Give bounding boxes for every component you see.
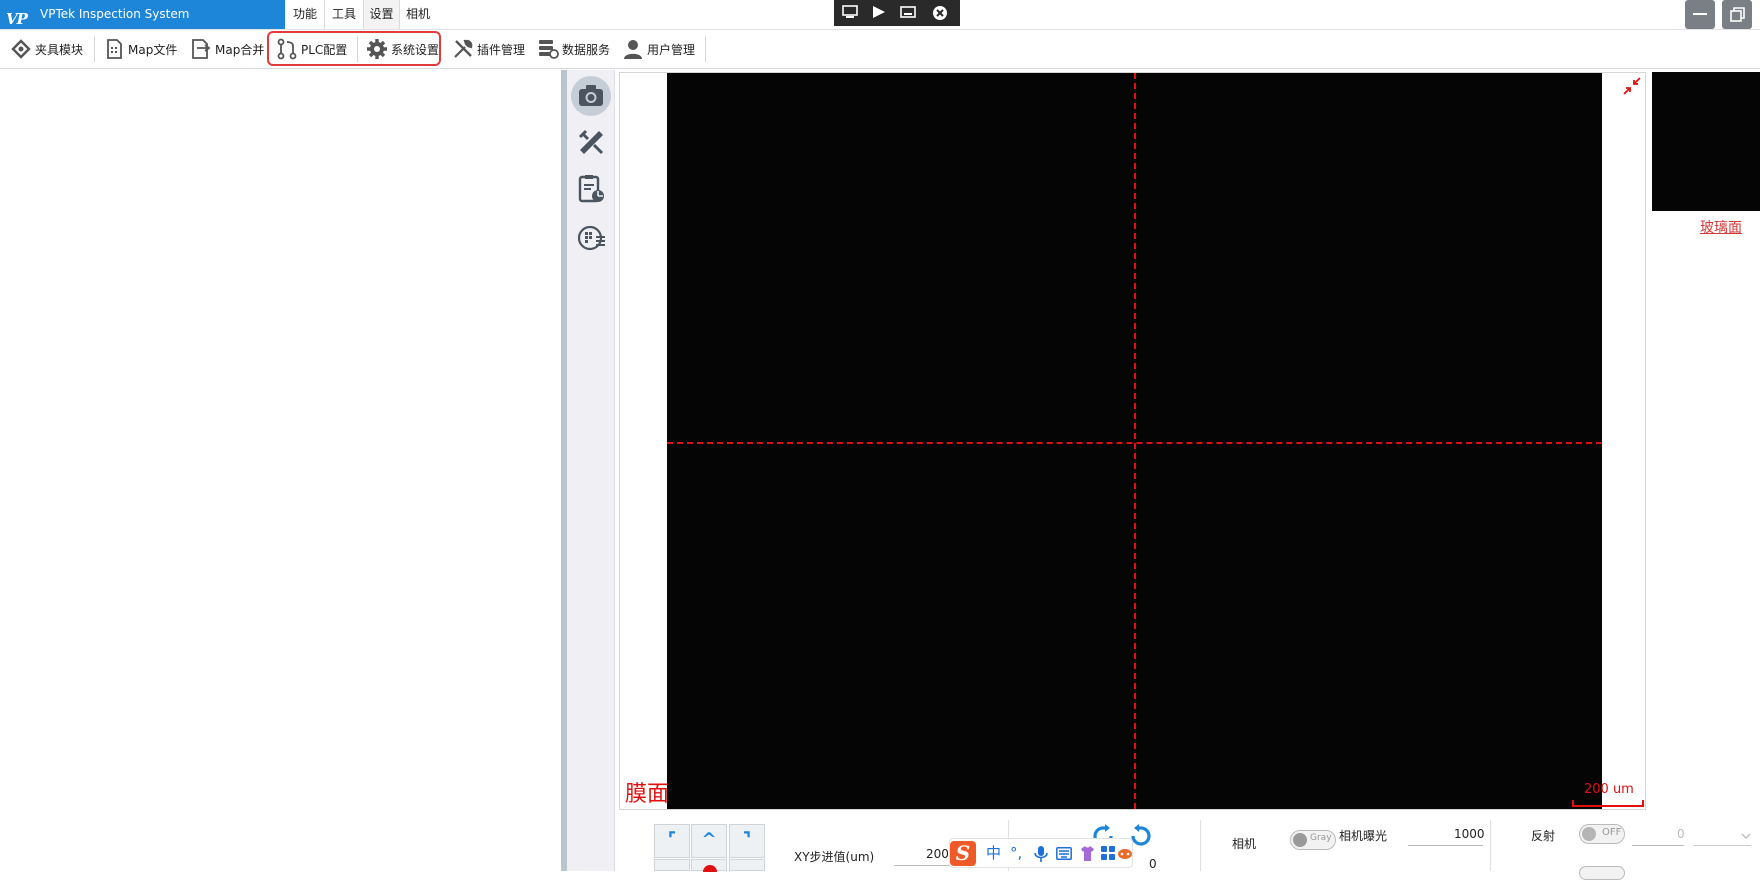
reflect-dropdown[interactable] xyxy=(1693,829,1751,846)
toolbar-map-merge-button[interactable]: Map合并 xyxy=(190,30,264,68)
camera-label: 相机 xyxy=(1232,837,1257,851)
toolbar-divider xyxy=(94,36,95,62)
toolbar-map-merge-label: Map合并 xyxy=(215,42,265,57)
toolbar-data-service-button[interactable]: 数据服务 xyxy=(537,30,610,68)
surface-side-label: 膜面 xyxy=(625,782,670,807)
toolbar-highlight-box xyxy=(267,31,441,66)
jog-up-button[interactable]: ^ xyxy=(691,824,727,858)
report-tool-button[interactable] xyxy=(571,170,611,210)
jog-up-left-button[interactable]: ⌜ xyxy=(654,824,690,858)
toolbar-divider xyxy=(705,36,706,62)
control-divider xyxy=(1200,820,1201,871)
toolbar-plugin-manager-label: 插件管理 xyxy=(477,42,526,57)
toolbar-map-file-label: Map文件 xyxy=(128,42,178,57)
report-icon xyxy=(578,175,604,203)
reflect-value[interactable]: 0 xyxy=(1677,827,1685,841)
app-title-block: VP VPTek Inspection System 4.4.1.9680[Ad… xyxy=(0,0,285,50)
ime-logo[interactable]: S xyxy=(950,841,976,866)
jog-up-right-button[interactable]: ⌝ xyxy=(729,824,765,858)
data-service-icon xyxy=(539,40,559,59)
chevron-down-icon xyxy=(1741,833,1751,839)
scale-bar xyxy=(1572,800,1644,807)
keyboard-icon[interactable] xyxy=(1056,847,1072,860)
xy-step-label: XY步进值(um) xyxy=(794,850,875,864)
user-icon xyxy=(624,40,642,59)
toolbar-user-manager-button[interactable]: 用户管理 xyxy=(622,30,695,68)
side-tool-strip xyxy=(567,70,615,871)
reflect-toggle[interactable]: OFF xyxy=(1579,824,1625,844)
collapse-icon[interactable] xyxy=(1622,76,1642,96)
remote-control-bar xyxy=(834,0,960,26)
secondary-toggle[interactable] xyxy=(1579,866,1625,880)
glass-side-link[interactable]: 玻璃面 xyxy=(1700,217,1742,237)
reflect-value-underline xyxy=(1632,845,1684,846)
z-value: 0 xyxy=(1149,857,1157,871)
map-merge-icon xyxy=(192,39,211,59)
xy-step-underline xyxy=(894,865,952,866)
ime-toolbar: S 中 °, xyxy=(949,838,1133,868)
toolbar-data-service-label: 数据服务 xyxy=(562,42,611,57)
measure-tool-button[interactable] xyxy=(571,122,611,162)
main-toolbar: 夹具模块 Map文件 Map合并 PLC配置 系统设置 插件管理 数据服务 用户… xyxy=(0,30,1760,69)
fixture-icon xyxy=(11,39,31,59)
keyboard-icon[interactable] xyxy=(899,5,917,21)
apps-icon[interactable] xyxy=(1101,846,1116,861)
pointer-icon[interactable] xyxy=(870,5,888,21)
gray-toggle[interactable]: Gray xyxy=(1290,830,1336,850)
glass-side-thumbnail[interactable] xyxy=(1652,72,1760,211)
restore-button[interactable] xyxy=(1722,0,1752,29)
toolbar-fixture-button[interactable]: 夹具模块 xyxy=(10,30,83,68)
menu-tools[interactable]: 工具 xyxy=(324,0,363,29)
ime-punct[interactable]: °, xyxy=(1010,844,1022,862)
exposure-value[interactable]: 1000 xyxy=(1454,827,1485,841)
gray-toggle-text: Gray xyxy=(1310,833,1332,843)
camera-icon xyxy=(579,85,603,106)
camera-tool-button[interactable] xyxy=(571,76,611,116)
toolbar-map-file-button[interactable]: Map文件 xyxy=(103,30,177,68)
crosshair-vertical xyxy=(1134,73,1136,809)
menu-settings[interactable]: 设置 xyxy=(363,0,399,29)
map-file-icon xyxy=(107,39,122,59)
toolbar-plugin-manager-button[interactable]: 插件管理 xyxy=(452,30,525,68)
ruler-pencil-icon xyxy=(578,129,604,155)
menu-function[interactable]: 功能 xyxy=(287,0,323,29)
minimize-button[interactable] xyxy=(1685,0,1715,29)
reflect-toggle-text: OFF xyxy=(1602,827,1622,838)
close-icon[interactable] xyxy=(931,5,949,21)
exposure-underline xyxy=(1408,845,1483,846)
menu-camera[interactable]: 相机 xyxy=(399,0,436,29)
skin-icon[interactable] xyxy=(1079,845,1096,862)
title-bar: VP VPTek Inspection System 4.4.1.9680[Ad… xyxy=(0,0,1760,50)
reflect-label: 反射 xyxy=(1531,829,1556,843)
tools-icon xyxy=(454,39,473,58)
monitor-icon[interactable] xyxy=(841,5,859,21)
exposure-label: 相机曝光 xyxy=(1339,829,1388,843)
jog-stop-button[interactable] xyxy=(691,859,727,872)
toolbar-fixture-label: 夹具模块 xyxy=(35,42,84,57)
xy-step-value[interactable]: 200 xyxy=(926,847,949,861)
microphone-icon[interactable] xyxy=(1034,846,1048,862)
toolbar-user-manager-label: 用户管理 xyxy=(647,42,696,57)
scale-bar-label: 200 um xyxy=(1584,782,1634,797)
left-panel xyxy=(0,70,561,871)
control-divider xyxy=(1490,820,1491,871)
wafer-map-icon xyxy=(577,225,605,251)
jog-right-button[interactable] xyxy=(729,859,765,871)
gamepad-icon[interactable] xyxy=(1118,846,1132,860)
jog-left-button[interactable] xyxy=(654,859,690,871)
wafer-map-tool-button[interactable] xyxy=(571,218,611,258)
crosshair-horizontal xyxy=(667,442,1602,444)
ime-mode[interactable]: 中 xyxy=(986,844,1001,862)
